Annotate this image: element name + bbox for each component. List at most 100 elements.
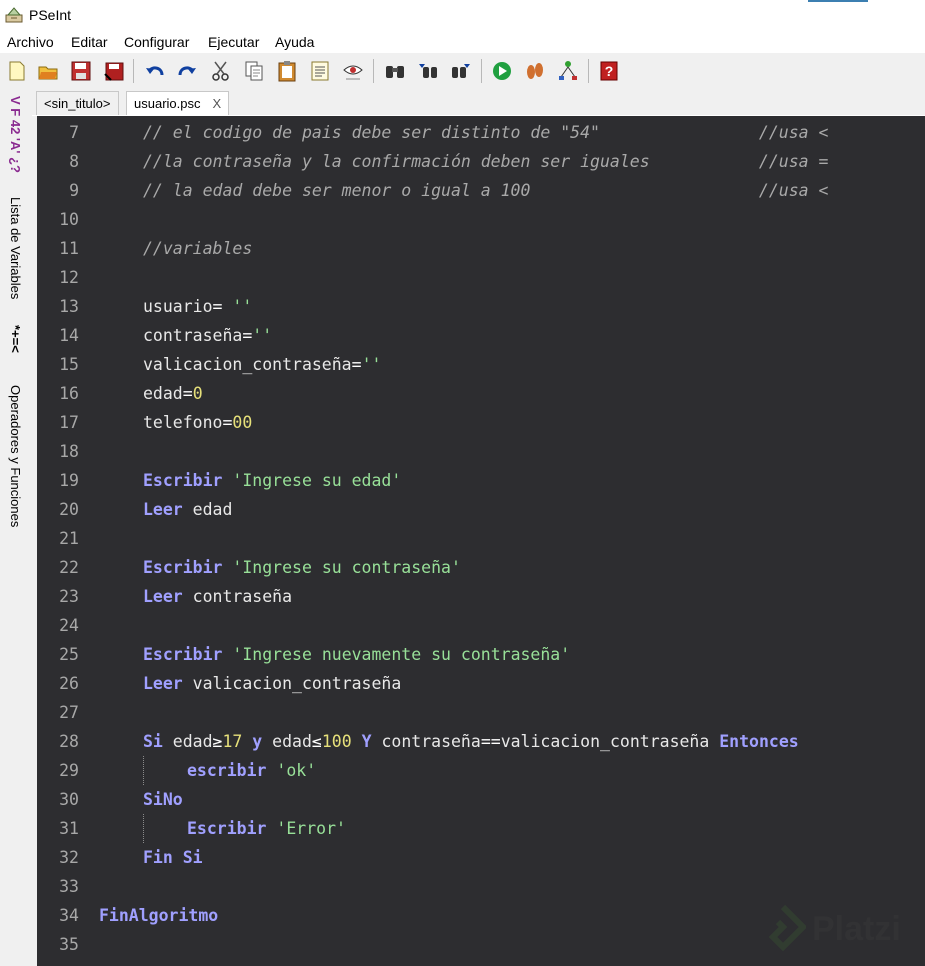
code-line[interactable]: 24: [37, 611, 925, 640]
code-token: Fin Si: [143, 848, 203, 867]
paste-icon[interactable]: [274, 58, 300, 84]
code-line[interactable]: 25 Escribir 'Ingrese nuevamente su contra…: [37, 640, 925, 669]
code-line[interactable]: 33: [37, 872, 925, 901]
code-line[interactable]: 32 Fin Si: [37, 843, 925, 872]
list-icon[interactable]: [307, 58, 333, 84]
code-line[interactable]: 9 // la edad debe ser menor o igual a 100…: [37, 176, 925, 205]
code-text: edad=0: [143, 379, 203, 408]
code-text: telefono=00: [143, 408, 252, 437]
code-token: ≤: [311, 732, 322, 751]
line-number: 15: [59, 355, 79, 374]
code-text: FinAlgoritmo: [99, 901, 218, 930]
code-token: 00: [232, 413, 253, 432]
code-token: Leer: [143, 674, 183, 693]
platzi-watermark: Platzi: [760, 902, 920, 958]
diagram-icon[interactable]: [555, 58, 581, 84]
window-title: PSeInt: [29, 7, 72, 23]
code-line[interactable]: 17 telefono=00: [37, 408, 925, 437]
tab-usuario-psc[interactable]: usuario.psc X: [126, 91, 230, 115]
code-line[interactable]: 29 escribir 'ok': [37, 756, 925, 785]
code-editor[interactable]: 7 // el codigo de pais debe ser distinto …: [37, 116, 925, 966]
code-line[interactable]: 23 Leer contraseña: [37, 582, 925, 611]
code-text: //la contraseña y la confirmación deben …: [143, 147, 828, 176]
code-token: '': [232, 297, 253, 316]
toolbar-separator: [373, 59, 374, 83]
line-number: 20: [59, 500, 79, 519]
menu-archivo[interactable]: Archivo: [7, 34, 54, 50]
copy-icon[interactable]: [241, 58, 267, 84]
code-text: // el codigo de pais debe ser distinto d…: [143, 118, 828, 147]
step-icon[interactable]: [522, 58, 548, 84]
line-number: 27: [59, 703, 79, 722]
code-token: y: [252, 732, 263, 751]
menu-configurar[interactable]: Configurar: [124, 34, 189, 50]
save-as-icon[interactable]: [101, 58, 127, 84]
code-line[interactable]: 7 // el codigo de pais debe ser distinto …: [37, 118, 925, 147]
line-number: 16: [59, 384, 79, 403]
find-next-icon[interactable]: [448, 58, 474, 84]
menu-ejecutar[interactable]: Ejecutar: [208, 34, 259, 50]
open-file-icon[interactable]: [35, 58, 61, 84]
redo-icon[interactable]: [174, 58, 200, 84]
line-number: 21: [59, 529, 79, 548]
code-line[interactable]: 18: [37, 437, 925, 466]
save-icon[interactable]: [68, 58, 94, 84]
code-line[interactable]: 10: [37, 205, 925, 234]
code-line[interactable]: 31 Escribir 'Error': [37, 814, 925, 843]
code-line[interactable]: 28 Si edad≥17 y edad≤100 Y contraseña==va…: [37, 727, 925, 756]
code-line[interactable]: 13 usuario= '': [37, 292, 925, 321]
cut-icon[interactable]: [208, 58, 234, 84]
code-token: usuario: [143, 297, 213, 316]
code-line[interactable]: 14 contraseña='': [37, 321, 925, 350]
find-prev-icon[interactable]: [415, 58, 441, 84]
code-line[interactable]: 27: [37, 698, 925, 727]
code-text: Leer valicacion_contraseña: [143, 669, 401, 698]
line-number: 32: [59, 848, 79, 867]
close-tab-icon[interactable]: X: [212, 96, 221, 111]
code-token: Escribir: [143, 645, 223, 664]
code-text: SiNo: [143, 785, 183, 814]
menu-editar[interactable]: Editar: [71, 34, 108, 50]
code-token: Entonces: [719, 732, 799, 751]
line-number: 28: [59, 732, 79, 751]
code-line[interactable]: 21: [37, 524, 925, 553]
code-token: Y: [361, 732, 372, 751]
code-token: '': [361, 355, 382, 374]
code-text: escribir 'ok': [187, 756, 316, 785]
operators-tab[interactable]: *+=< Operadores y Funciones: [0, 325, 32, 555]
new-file-icon[interactable]: [4, 58, 30, 84]
code-line[interactable]: 8 //la contraseña y la confirmación deben…: [37, 147, 925, 176]
code-line[interactable]: 11 //variables: [37, 234, 925, 263]
menu-ayuda[interactable]: Ayuda: [275, 34, 314, 50]
code-line[interactable]: 12: [37, 263, 925, 292]
code-line[interactable]: 26 Leer valicacion_contraseña: [37, 669, 925, 698]
code-token: 0: [192, 384, 203, 403]
variables-tab[interactable]: V F 42 'A' ¿? Lista de Variables: [0, 93, 32, 313]
code-line[interactable]: 15 valicacion_contraseña='': [37, 350, 925, 379]
code-text: valicacion_contraseña='': [143, 350, 381, 379]
help-icon[interactable]: ?: [596, 58, 622, 84]
code-text: contraseña='': [143, 321, 272, 350]
run-icon[interactable]: [489, 58, 515, 84]
code-line[interactable]: 19 Escribir 'Ingrese su edad': [37, 466, 925, 495]
code-line[interactable]: 30 SiNo: [37, 785, 925, 814]
code-line[interactable]: 20 Leer edad: [37, 495, 925, 524]
indent-guide: [143, 814, 144, 843]
code-token: contraseña: [182, 587, 293, 606]
search-icon[interactable]: [382, 58, 408, 84]
code-token: ==: [480, 732, 501, 751]
code-token: FinAlgoritmo: [99, 906, 219, 925]
code-text: // la edad debe ser menor o igual a 100 …: [143, 176, 828, 205]
tab-label: usuario.psc: [134, 96, 201, 111]
code-line[interactable]: 22 Escribir 'Ingrese su contraseña': [37, 553, 925, 582]
line-number: 11: [59, 239, 79, 258]
toolbar-separator: [133, 59, 134, 83]
tab-sin-titulo[interactable]: <sin_titulo>: [36, 91, 119, 115]
eye-icon[interactable]: [340, 58, 366, 84]
code-line[interactable]: 16 edad=0: [37, 379, 925, 408]
code-token: 'Ingrese su edad': [232, 471, 402, 490]
code-token: Escribir: [187, 819, 267, 838]
undo-icon[interactable]: [142, 58, 168, 84]
